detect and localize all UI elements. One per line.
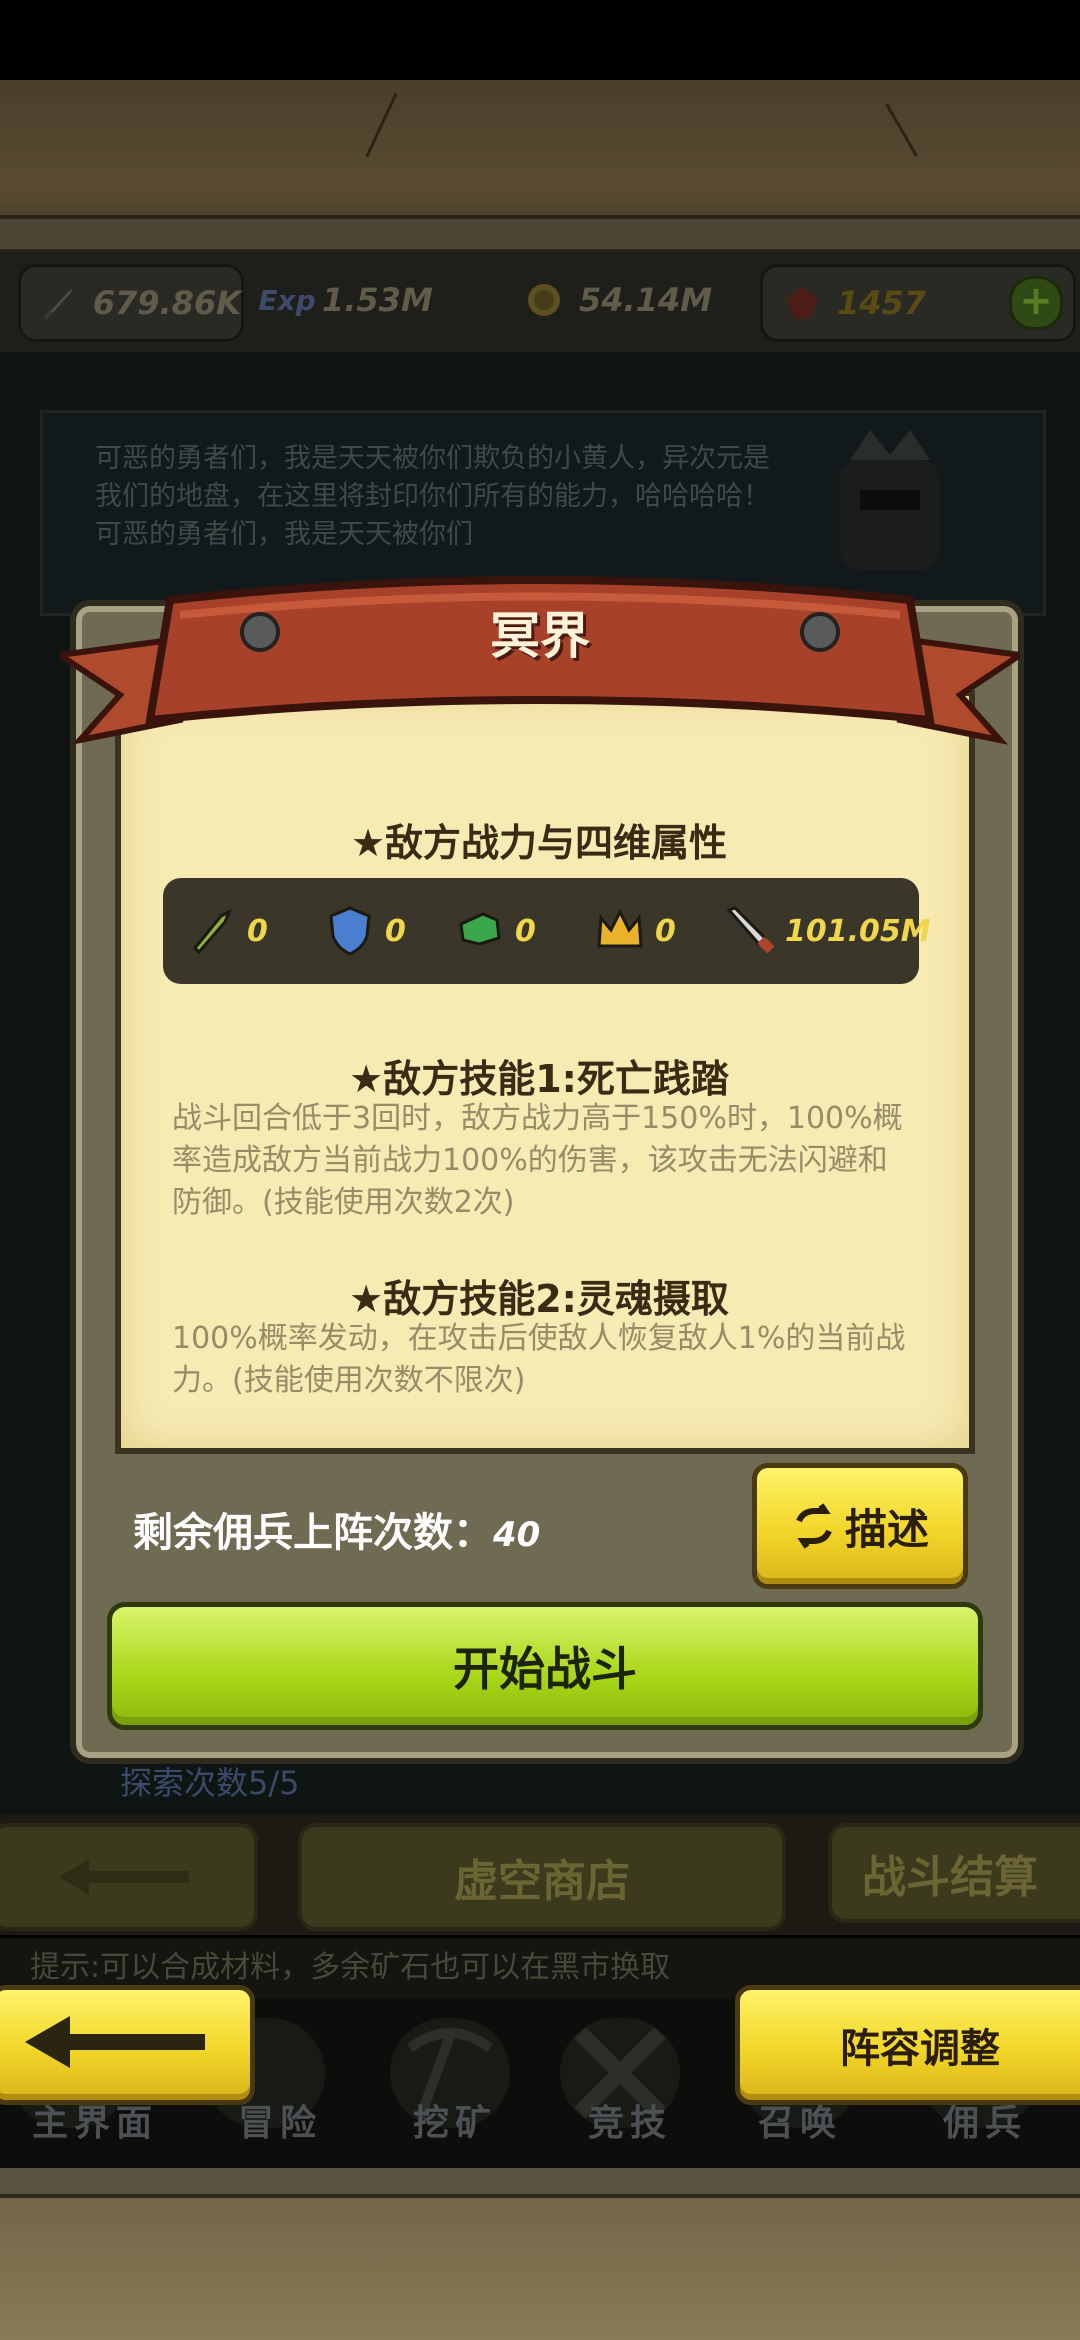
power-stat: 101.05M <box>723 878 931 984</box>
map-nav-strip: 虚空商店 战斗结算 <box>0 1815 1080 1935</box>
skill1-description: 战斗回合低于3回时，敌方战力高于150%时，100%概率造成敌方当前战力100%… <box>172 1101 903 1220</box>
modal-title: 冥界 <box>490 607 590 665</box>
attributes-bar: 0 0 0 0 101.05M <box>163 878 931 984</box>
bottom-frame-band <box>0 2168 1080 2198</box>
remaining-label: 剩余佣兵上阵次数： <box>133 1510 493 1556</box>
attributes-heading: ★敌方战力与四维属性 <box>350 821 728 865</box>
start-battle-button[interactable]: 开始战斗 <box>107 1602 983 1730</box>
coin-icon <box>521 277 567 323</box>
boot-icon <box>459 912 501 946</box>
ruby-icon <box>779 280 825 326</box>
lineup-adjust-button[interactable]: 阵容调整 <box>735 1985 1080 2105</box>
tab-arena[interactable]: 竞技 <box>555 2094 705 2146</box>
tab-mining[interactable]: 挖矿 <box>380 2094 530 2146</box>
remaining-deploys: 剩余佣兵上阵次数：40 <box>133 1500 540 1558</box>
sword-icon <box>726 906 775 954</box>
leadership-stat: 0 <box>593 878 676 984</box>
coin-value: 54.14M <box>579 281 713 319</box>
coin-resource: 54.14M <box>505 264 745 336</box>
boss-dialog-text: 可恶的勇者们，我是天天被你们欺负的小黄人，异次元是我们的地盘，在这里将封印你们所… <box>95 443 770 550</box>
exp-resource: Exp 1.53M <box>248 264 438 336</box>
add-gem-icon[interactable]: + <box>1009 276 1063 330</box>
dagger-icon <box>192 908 232 955</box>
agility-stat: 0 <box>453 878 536 984</box>
exp-icon: Exp <box>258 283 316 317</box>
top-frame-band <box>0 215 1080 253</box>
skill2-heading: ★敌方技能2:灵魂摄取 <box>349 1277 729 1321</box>
exp-value: 1.53M <box>322 281 433 319</box>
defense-stat: 0 <box>323 878 406 984</box>
shield-icon <box>329 906 371 956</box>
void-shop-button[interactable]: 虚空商店 <box>298 1823 786 1931</box>
gem-resource: 1457 + <box>760 264 1076 342</box>
power-value: 679.86K <box>92 284 241 322</box>
attack-stat: 0 <box>185 878 268 984</box>
describe-button[interactable]: 描述 <box>752 1463 968 1589</box>
arrow-left-icon <box>59 1859 189 1895</box>
refresh-icon <box>796 1503 832 1549</box>
arrow-left-icon <box>25 2016 205 2068</box>
remaining-value: 40 <box>493 1515 541 1555</box>
boss-portrait <box>800 430 980 590</box>
power-resource: 679.86K <box>18 264 244 342</box>
crown-icon <box>597 908 643 948</box>
sword-icon <box>37 280 81 326</box>
resource-bar: 679.86K Exp 1.53M 54.14M 1457 + <box>0 252 1080 352</box>
skill2-description: 100%概率发动，在攻击后使敌人恢复敌人1%的当前战力。(技能使用次数不限次) <box>172 1321 906 1398</box>
gem-value: 1457 <box>837 284 927 322</box>
prev-map-button[interactable] <box>0 1823 258 1931</box>
back-button[interactable] <box>0 1985 255 2105</box>
battle-result-button[interactable]: 战斗结算 <box>828 1823 1080 1923</box>
explore-count-label: 探索次数5/5 <box>120 1764 300 1802</box>
skill1-heading: ★敌方技能1:死亡践踏 <box>349 1057 729 1101</box>
